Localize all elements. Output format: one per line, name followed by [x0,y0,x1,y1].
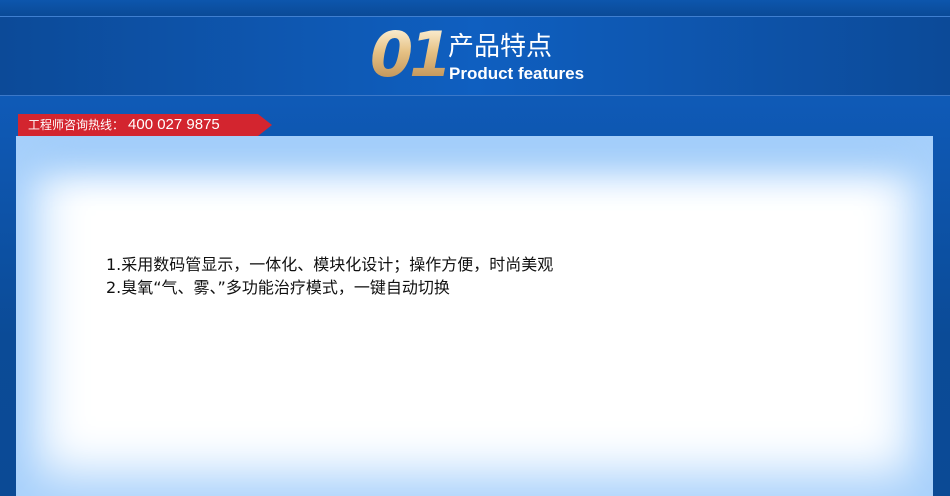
hotline-banner: 工程师咨询热线： 400 027 9875 [18,114,272,136]
section-title-en: Product features [449,64,585,83]
section-number: 01 [370,18,452,91]
content-panel [16,136,933,496]
feature-list: 1.采用数码管显示，一体化、模块化设计；操作方便，时尚美观 2.臭氧“气、雾、”… [106,253,553,299]
feature-item: 1.采用数码管显示，一体化、模块化设计；操作方便，时尚美观 [106,255,554,274]
hotline-text: 工程师咨询热线： 400 027 9875 [28,114,220,136]
top-band [0,0,950,17]
section-title-cn: 产品特点 [448,32,553,62]
hotline-label: 工程师咨询热线： [28,118,125,132]
hotline-number: 400 027 9875 [128,116,220,133]
feature-item: 2.臭氧“气、雾、”多功能治疗模式，一键自动切换 [106,278,450,297]
